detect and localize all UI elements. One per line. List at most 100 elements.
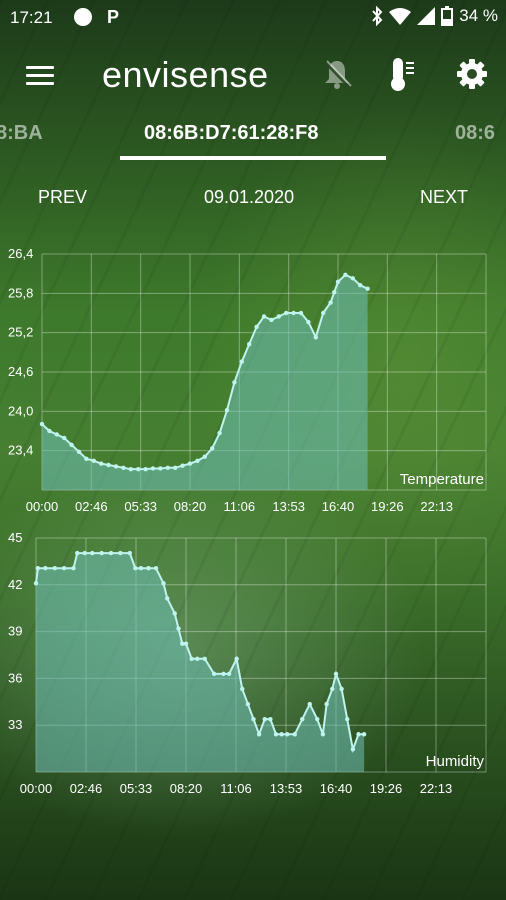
tab-indicator <box>120 156 386 160</box>
data-point <box>161 581 166 586</box>
x-tick-label: 16:40 <box>320 781 353 796</box>
data-point <box>321 310 326 316</box>
device-tabs: 8:BA 08:6B:D7:61:28:F8 08:6 <box>0 118 506 168</box>
x-tick-label: 02:46 <box>70 781 103 796</box>
data-point <box>284 310 289 316</box>
date-navigation: PREV 09.01.2020 NEXT <box>0 184 506 214</box>
battery-percent: 34 % <box>459 6 498 25</box>
y-tick-label: 24,6 <box>8 364 33 379</box>
x-tick-label: 05:33 <box>124 499 157 514</box>
data-point <box>202 656 207 661</box>
data-point <box>350 276 355 281</box>
menu-icon[interactable] <box>26 66 54 86</box>
current-date: 09.01.2020 <box>204 187 295 207</box>
gear-icon[interactable] <box>456 58 488 90</box>
data-point <box>61 435 67 441</box>
data-point <box>330 686 335 692</box>
x-tick-label: 08:20 <box>170 781 203 796</box>
x-tick-label: 22:13 <box>420 781 453 796</box>
data-point <box>127 550 132 556</box>
humidity-chart: 45 42 39 36 33 00:00 02:46 05:33 08:20 11:06 13:53… <box>8 530 487 796</box>
bell-off-icon[interactable] <box>322 58 352 90</box>
data-point <box>313 335 318 340</box>
status-time: 17:21 <box>10 8 53 27</box>
data-point <box>90 550 95 556</box>
data-point <box>332 289 337 295</box>
next-button[interactable]: NEXT <box>420 187 468 208</box>
data-point <box>328 300 333 305</box>
parking-icon: P <box>107 7 120 27</box>
x-tick-label: 05:33 <box>120 781 153 796</box>
data-point <box>52 565 57 571</box>
data-point <box>247 342 252 347</box>
x-tick-label: 22:13 <box>420 499 453 514</box>
x-tick-label: 02:46 <box>75 499 108 514</box>
data-point <box>54 432 59 437</box>
thermometer-icon[interactable] <box>388 56 416 92</box>
data-point <box>61 565 67 571</box>
data-point <box>324 701 329 707</box>
tab-device-next[interactable]: 08:6 <box>455 122 495 145</box>
x-tick-label: 00:00 <box>20 781 53 796</box>
data-point <box>180 463 185 468</box>
data-point <box>345 716 350 722</box>
data-point <box>234 656 239 661</box>
y-tick-label: 45 <box>8 530 22 545</box>
data-point <box>128 466 133 472</box>
data-point <box>133 565 138 571</box>
data-point <box>211 671 217 677</box>
data-point <box>106 462 111 468</box>
data-point <box>251 716 256 722</box>
series-area <box>36 553 365 772</box>
y-tick-label: 25,8 <box>8 285 33 300</box>
status-icons: 34 % <box>371 6 498 26</box>
tab-device-active[interactable]: 08:6B:D7:61:28:F8 <box>144 122 319 145</box>
data-point <box>339 686 344 692</box>
data-point <box>173 465 178 470</box>
y-tick-label: 36 <box>8 670 22 685</box>
y-tick-label: 33 <box>8 717 22 732</box>
data-point <box>226 671 232 677</box>
app-bar: envisense <box>0 44 506 108</box>
signal-icon <box>417 7 436 25</box>
status-bar: 17:21 P 34 % <box>0 0 506 34</box>
data-point <box>256 732 262 737</box>
data-point <box>99 550 104 556</box>
x-tick-label: 19:26 <box>371 499 404 514</box>
notification-dot-icon <box>74 8 92 26</box>
data-point <box>335 279 341 284</box>
data-point <box>245 701 251 707</box>
data-point <box>268 716 273 722</box>
data-point <box>91 458 97 464</box>
data-point <box>262 716 267 722</box>
x-tick-label: 08:20 <box>174 499 207 514</box>
data-point <box>84 456 89 461</box>
data-point <box>315 716 320 722</box>
y-tick-label: 42 <box>8 577 22 592</box>
data-point <box>82 550 87 556</box>
data-point <box>33 581 39 586</box>
data-point <box>143 466 148 472</box>
x-tick-label: 13:53 <box>272 499 305 514</box>
data-point <box>356 732 361 737</box>
prev-button[interactable]: PREV <box>38 187 87 208</box>
data-point <box>279 732 284 737</box>
data-point <box>35 565 41 571</box>
data-point <box>47 428 52 434</box>
tab-device-prev[interactable]: 8:BA <box>0 122 43 145</box>
data-point <box>187 461 193 466</box>
data-point <box>261 314 267 319</box>
data-point <box>165 465 170 470</box>
app-title: envisense <box>102 54 269 95</box>
data-point <box>180 641 185 646</box>
data-point <box>138 565 144 571</box>
x-tick-label: 13:53 <box>270 781 303 796</box>
data-point <box>333 671 339 677</box>
wifi-icon <box>389 8 412 25</box>
data-point <box>43 565 48 571</box>
data-point <box>113 464 119 469</box>
data-point <box>298 310 304 316</box>
data-point <box>269 317 274 323</box>
data-point <box>240 686 245 692</box>
battery-icon <box>441 6 454 26</box>
